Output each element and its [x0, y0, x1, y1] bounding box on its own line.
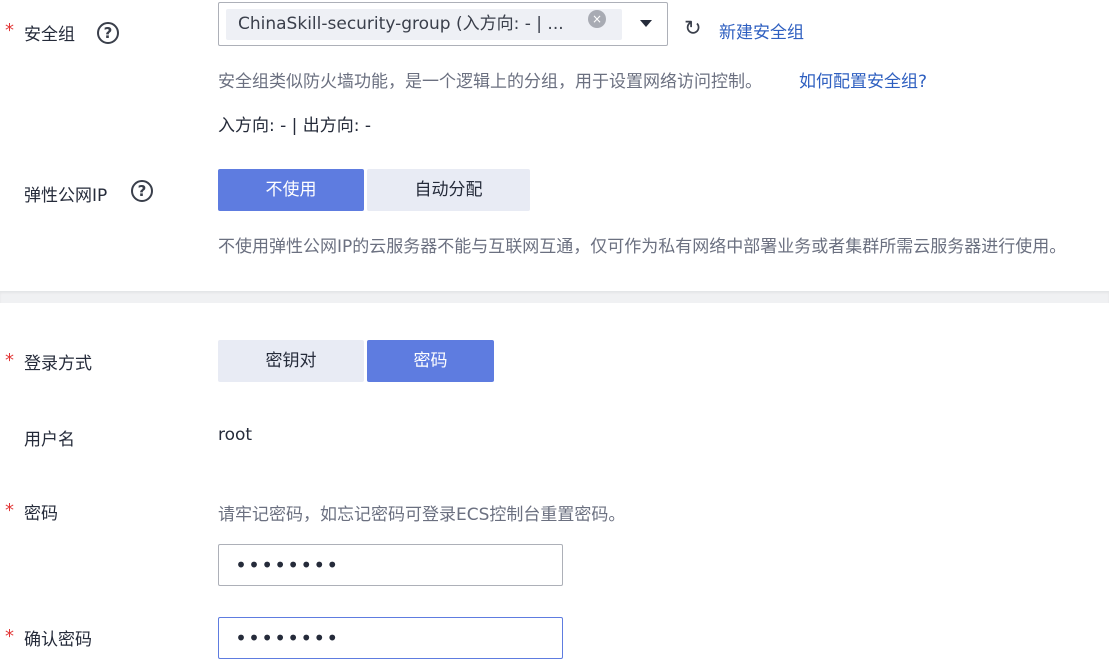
- login-option-password[interactable]: 密码: [367, 340, 494, 382]
- direction-summary: 入方向: - | 出方向: -: [218, 116, 372, 136]
- login-required-mark: *: [5, 350, 14, 371]
- refresh-icon[interactable]: ↻: [684, 16, 702, 40]
- how-to-configure-link[interactable]: 如何配置安全组?: [799, 67, 927, 92]
- password-hint: 请牢记密码，如忘记密码可登录ECS控制台重置密码。: [218, 505, 626, 525]
- confirm-password-label: 确认密码: [24, 630, 92, 650]
- security-group-tag: ChinaSkill-security-group (入方向: - | ...: [226, 9, 622, 40]
- login-option-keypair[interactable]: 密钥对: [218, 340, 364, 382]
- security-group-tag-text: ChinaSkill-security-group (入方向: - | ...: [238, 14, 564, 34]
- password-label: 密码: [24, 504, 58, 524]
- security-group-required-mark: *: [5, 20, 14, 41]
- security-group-help-icon[interactable]: ?: [97, 22, 119, 44]
- eip-description: 不使用弹性公网IP的云服务器不能与互联网互通，仅可作为私有网络中部署业务或者集群…: [218, 237, 1067, 257]
- password-required-mark: *: [5, 500, 14, 521]
- section-divider: [0, 291, 1109, 303]
- confirm-password-required-mark: *: [5, 626, 14, 647]
- eip-option-none[interactable]: 不使用: [218, 169, 364, 211]
- new-security-group-link[interactable]: 新建安全组: [719, 18, 804, 43]
- login-method-label: 登录方式: [24, 354, 92, 374]
- username-value: root: [218, 425, 253, 445]
- username-label: 用户名: [24, 430, 75, 450]
- security-group-select[interactable]: ChinaSkill-security-group (入方向: - | ... …: [218, 2, 668, 46]
- eip-label: 弹性公网IP: [24, 186, 108, 206]
- security-group-label: 安全组: [24, 25, 75, 45]
- chevron-down-icon[interactable]: [640, 20, 652, 27]
- password-field[interactable]: ••••••••: [218, 544, 563, 586]
- eip-help-icon[interactable]: ?: [131, 180, 153, 202]
- eip-option-auto[interactable]: 自动分配: [367, 169, 530, 211]
- confirm-password-field[interactable]: ••••••••: [218, 617, 563, 659]
- security-group-description: 安全组类似防火墙功能，是一个逻辑上的分组，用于设置网络访问控制。: [218, 72, 762, 92]
- clear-tag-icon[interactable]: ×: [588, 10, 606, 28]
